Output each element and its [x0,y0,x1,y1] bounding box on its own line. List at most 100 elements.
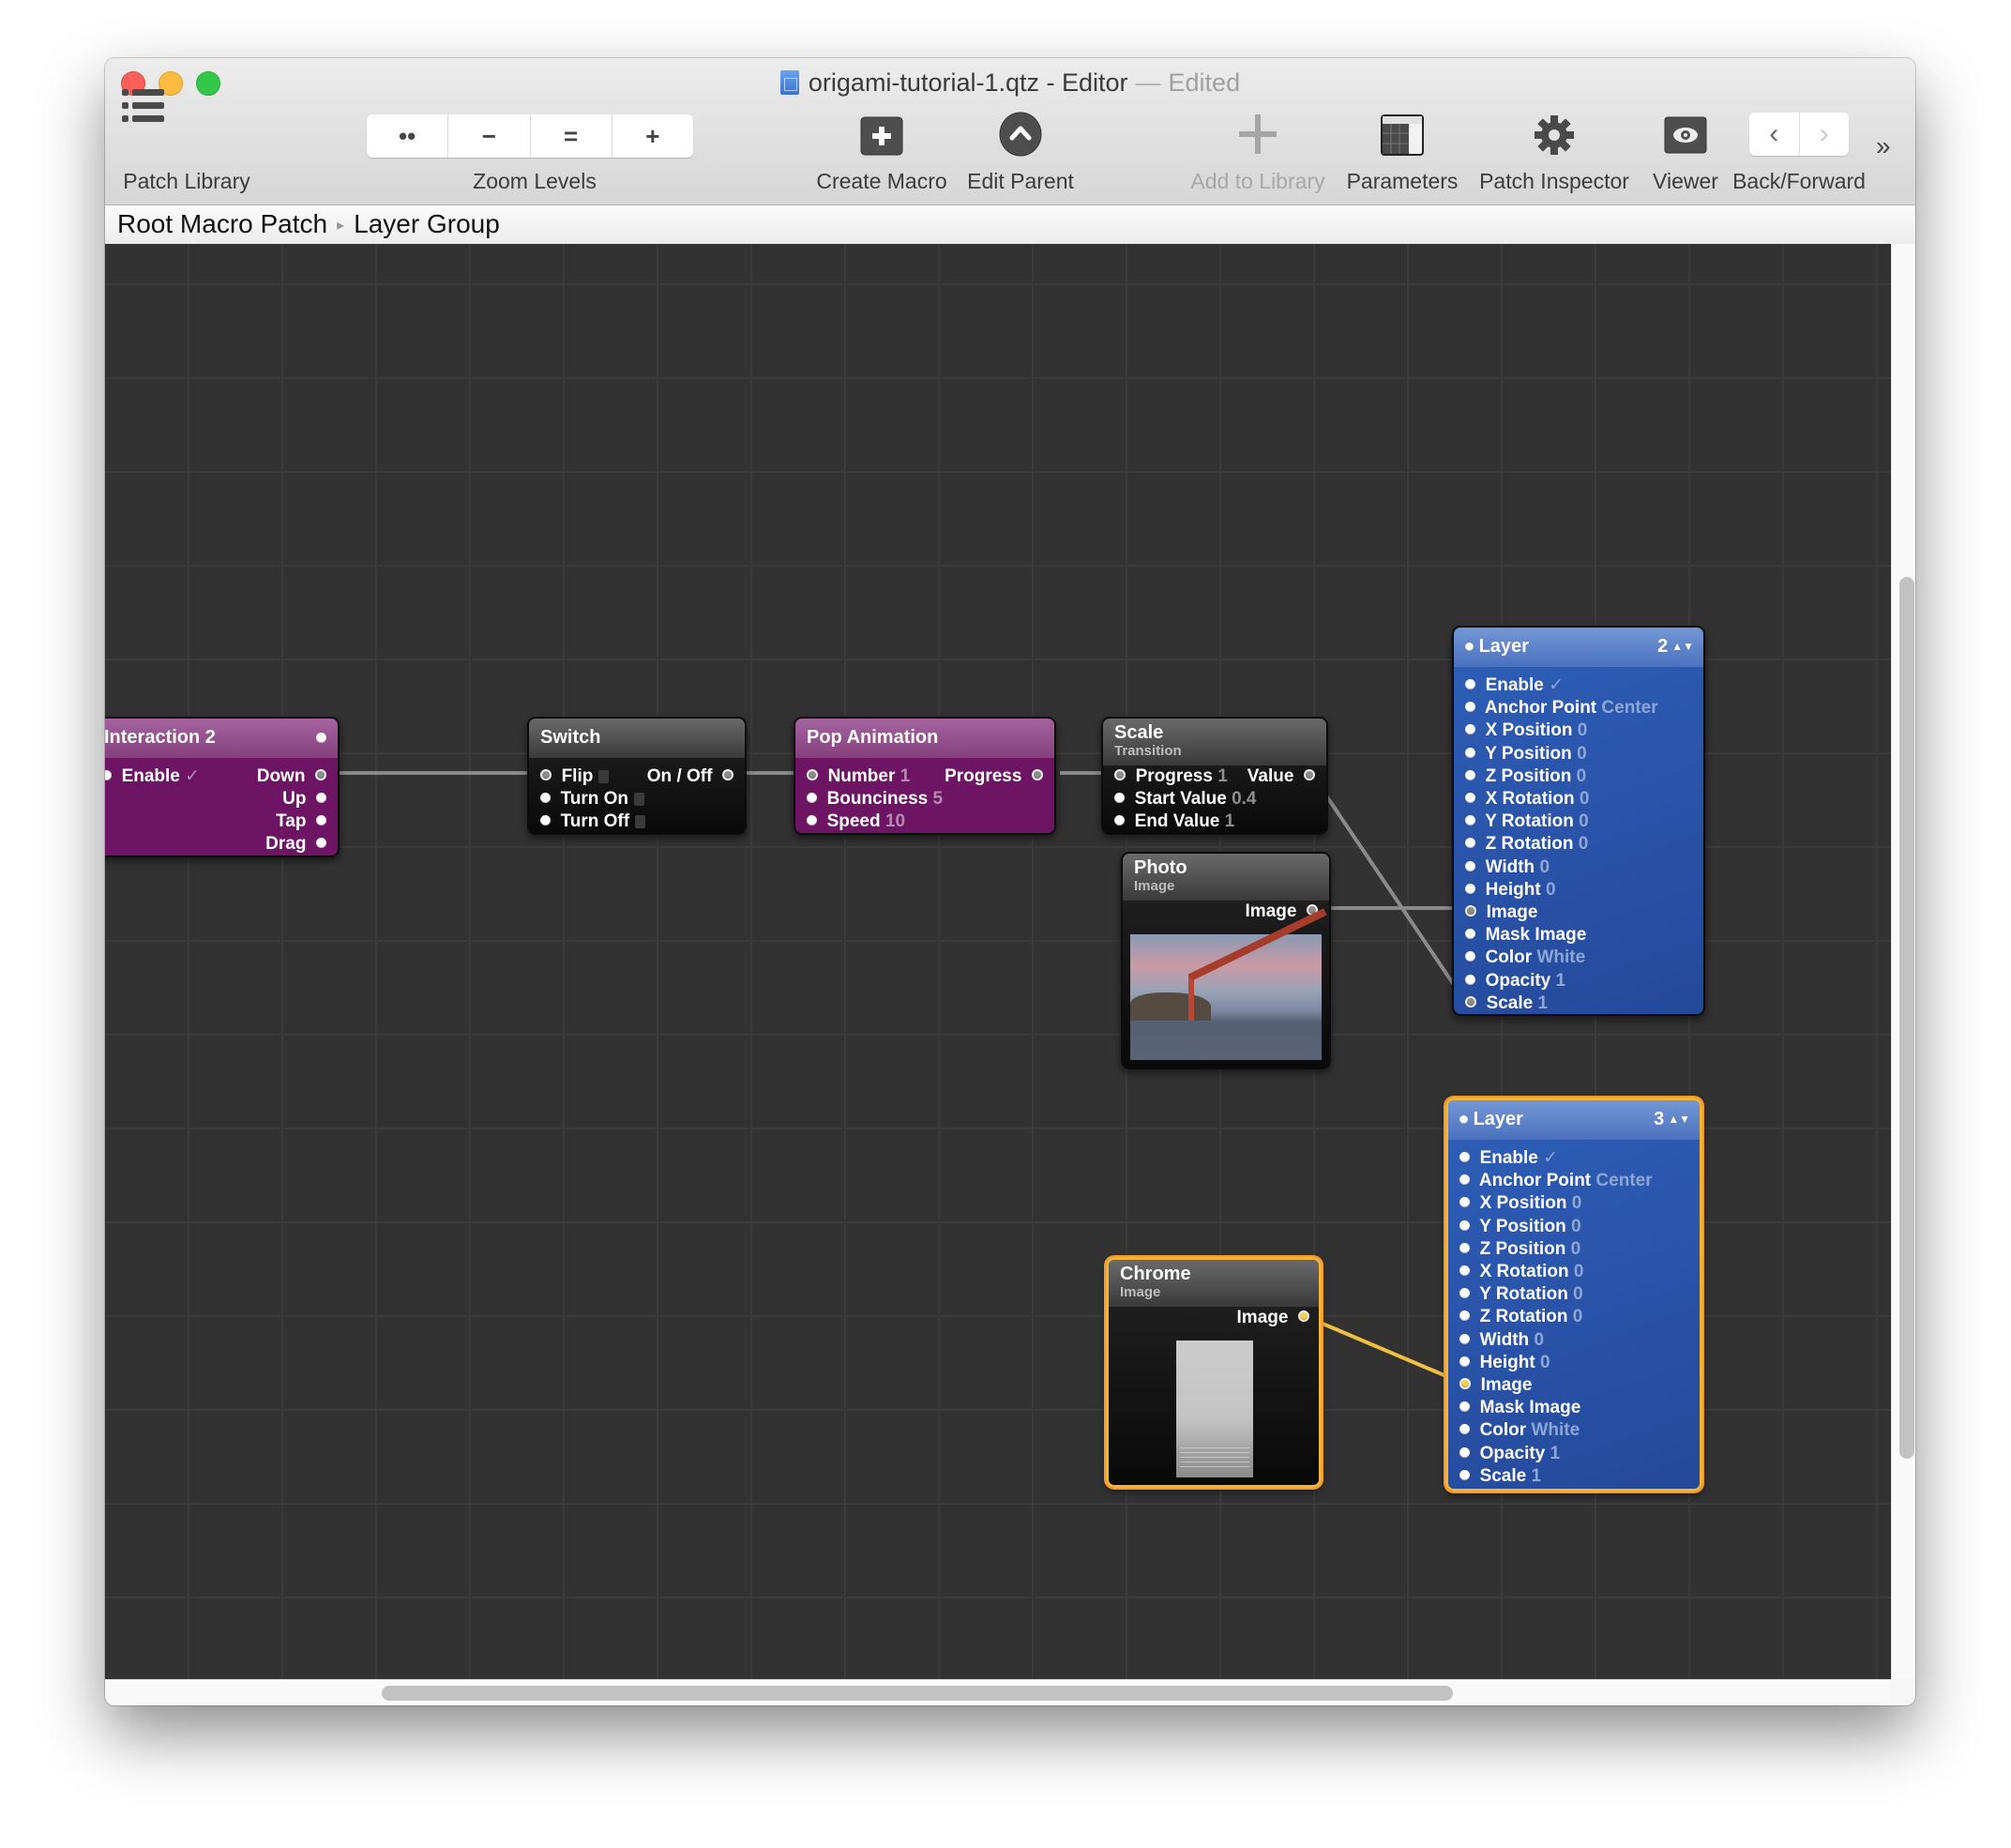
port-dot[interactable] [1465,747,1475,758]
node-enable-port[interactable] [316,733,326,743]
wire-chrome-to-layer3-image[interactable] [1302,1313,1447,1378]
node-chrome-image[interactable]: Chrome Image Image [1106,1257,1322,1488]
wire-scale-to-layer2-scale[interactable] [1310,773,1470,1007]
input-port-y-rotation[interactable]: Y Rotation 0 [1465,810,1589,833]
port-value[interactable]: 0 [1573,1284,1583,1304]
breadcrumb-root[interactable]: Root Macro Patch [117,209,327,238]
port-dot[interactable] [1459,1378,1471,1389]
port-dot[interactable] [1465,679,1475,689]
input-port-opacity[interactable]: Opacity 1 [1465,970,1565,992]
input-port-anchor-point[interactable]: Anchor Point Center [1459,1170,1653,1192]
port-dot[interactable] [1465,724,1475,735]
input-port-z-rotation[interactable]: Z Rotation 0 [1459,1306,1582,1328]
input-port-color[interactable]: Color White [1459,1419,1580,1442]
input-port-enable[interactable]: Enable ✓ [1459,1147,1558,1170]
input-port-opacity[interactable]: Opacity 1 [1459,1443,1560,1465]
back-button[interactable]: ‹ [1749,113,1800,156]
input-port-x-position[interactable]: X Position 0 [1459,1192,1581,1215]
input-port-turn-off[interactable]: Turn Off [540,810,646,833]
input-port-y-position[interactable]: Y Position 0 [1459,1216,1581,1238]
port-dot[interactable] [1459,1310,1470,1322]
zoom-out-button[interactable]: − [448,114,531,158]
port-dot[interactable] [1459,1447,1470,1458]
input-port-height[interactable]: Height 0 [1465,879,1556,901]
port-value[interactable]: Center [1595,1171,1652,1190]
layer-index-stepper[interactable]: 2 ▲▼ [1657,628,1694,665]
node-enable-port[interactable] [1459,1115,1468,1124]
horizontal-scrollbar[interactable] [105,1679,1891,1705]
input-port-image[interactable]: Image [1465,901,1537,924]
input-port-mask-image[interactable]: Mask Image [1459,1397,1580,1419]
port-value[interactable]: White [1531,1420,1580,1440]
node-header[interactable]: Chrome Image [1109,1260,1319,1307]
port-value[interactable]: 0 [1580,789,1590,809]
input-port-x-rotation[interactable]: X Rotation 0 [1459,1261,1583,1283]
node-interaction-2[interactable]: Interaction 2 Enable ✓ Down Up Tap Drag [105,717,340,857]
port-dot[interactable] [1465,702,1475,713]
node-layer-3[interactable]: Layer 3 ▲▼ Enable ✓ Anchor Point Center X… [1445,1098,1702,1492]
output-port-progress[interactable]: Progress [945,765,1043,788]
patch-canvas[interactable]: Interaction 2 Enable ✓ Down Up Tap Drag … [105,244,1891,1679]
node-header[interactable]: Switch [529,719,745,758]
input-port-bounciness[interactable]: Bounciness 5 [807,788,943,810]
port-value[interactable]: 1 [1550,1444,1561,1463]
zoom-actual-button[interactable]: •• [367,114,449,158]
port-value[interactable]: 0 [1579,811,1589,831]
port-dot[interactable] [1465,974,1475,985]
port-dot[interactable] [1465,929,1475,940]
input-port-image[interactable]: Image [1459,1374,1532,1397]
vertical-scroll-thumb[interactable] [1899,577,1914,1459]
port-dot[interactable] [1465,905,1476,916]
port-dot[interactable] [1459,1197,1470,1208]
output-port-drag[interactable]: Drag [265,833,326,856]
input-port-x-rotation[interactable]: X Rotation 0 [1465,788,1589,810]
port-dot[interactable] [1459,1356,1470,1367]
port-value[interactable]: 1 [1538,993,1549,1013]
input-port-start-value[interactable]: Start Value 0.4 [1114,788,1256,810]
input-port-anchor-point[interactable]: Anchor Point Center [1465,697,1658,720]
input-port-color[interactable]: Color White [1465,947,1585,969]
port-value[interactable]: 0 [1573,1307,1583,1326]
port-value[interactable]: ✓ [1543,1148,1558,1168]
node-photo-image[interactable]: Photo Image Image [1121,852,1331,1069]
port-value[interactable]: 0 [1572,1193,1582,1213]
input-port-width[interactable]: Width 0 [1459,1329,1544,1352]
input-port-enable[interactable]: Enable ✓ [105,765,200,788]
port-dot[interactable] [1465,995,1476,1007]
input-port-z-position[interactable]: Z Position 0 [1459,1238,1580,1261]
port-value[interactable]: 0 [1539,857,1550,877]
port-value[interactable]: 0 [1578,720,1588,740]
vertical-scrollbar[interactable] [1891,244,1915,1679]
port-value[interactable]: White [1536,947,1585,967]
input-port-end-value[interactable]: End Value 1 [1114,810,1234,833]
port-value[interactable]: 1 [1556,971,1566,991]
node-header[interactable]: Interaction 2 [105,719,338,758]
input-port-z-position[interactable]: Z Position 0 [1465,765,1586,788]
node-pop-animation[interactable]: Pop Animation Number 1 Bounciness 5 Spee… [794,717,1056,835]
input-port-z-rotation[interactable]: Z Rotation 0 [1465,833,1588,856]
input-port-x-position[interactable]: X Position 0 [1465,720,1587,742]
port-dot[interactable] [1459,1288,1470,1299]
breadcrumb-layer-group[interactable]: Layer Group [354,209,500,238]
zoom-fit-button[interactable]: = [531,114,612,158]
input-port-turn-on[interactable]: Turn On [540,788,645,810]
toolbar-overflow-button[interactable]: » [1876,131,1891,161]
port-value[interactable]: ✓ [1549,675,1564,695]
port-value[interactable]: 1 [1532,1466,1542,1486]
port-dot[interactable] [1459,1265,1470,1276]
input-port-number[interactable]: Number 1 [807,765,910,788]
port-dot[interactable] [1465,883,1475,894]
port-dot[interactable] [1465,815,1475,826]
input-port-enable[interactable]: Enable ✓ [1465,674,1564,697]
output-port-up[interactable]: Up [282,788,326,810]
input-port-y-rotation[interactable]: Y Rotation 0 [1459,1283,1583,1306]
node-header[interactable]: Scale Transition [1103,719,1326,765]
node-layer-2[interactable]: Layer 2 ▲▼ Enable ✓ Anchor Point Center X… [1452,626,1705,1016]
horizontal-scroll-thumb[interactable] [382,1686,1453,1701]
input-port-scale[interactable]: Scale 1 [1459,1465,1541,1488]
node-enable-port[interactable] [1465,643,1474,651]
forward-button[interactable]: › [1800,113,1850,156]
port-value[interactable]: 0 [1579,834,1589,854]
port-dot[interactable] [1459,1333,1470,1344]
node-header[interactable]: Pop Animation [795,719,1054,758]
